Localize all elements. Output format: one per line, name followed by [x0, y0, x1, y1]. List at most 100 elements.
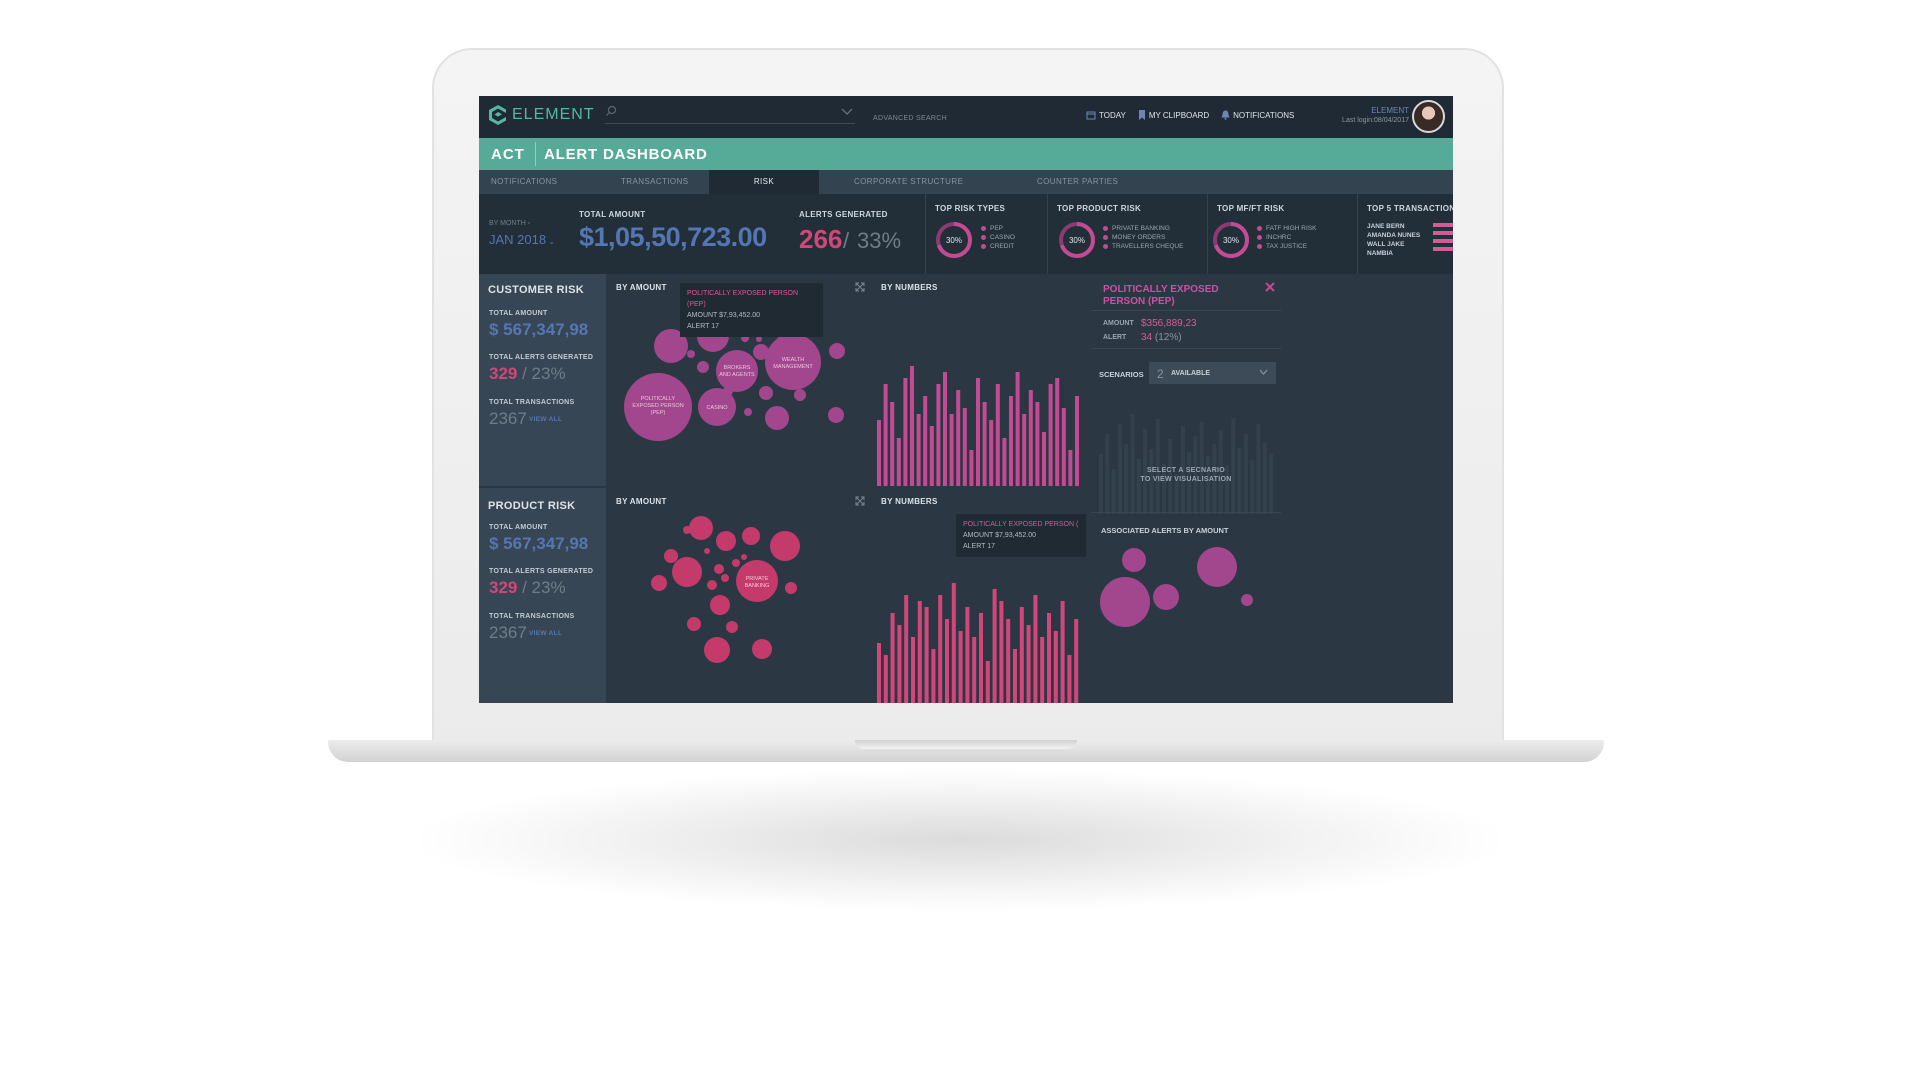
bubble[interactable]	[1100, 577, 1150, 627]
bar[interactable]	[1068, 450, 1073, 486]
bar[interactable]	[910, 366, 914, 486]
bar[interactable]	[1019, 607, 1024, 703]
bar[interactable]	[972, 637, 977, 703]
bar[interactable]	[965, 607, 970, 703]
bar[interactable]	[943, 372, 947, 486]
bar[interactable]	[903, 378, 908, 486]
bubble[interactable]	[1153, 584, 1179, 610]
bubble[interactable]	[785, 582, 797, 594]
section-label[interactable]: ACT	[491, 146, 525, 163]
bar[interactable]	[931, 649, 936, 703]
bar[interactable]	[1074, 619, 1079, 703]
chevron-down-icon[interactable]	[841, 107, 853, 117]
bar[interactable]	[924, 607, 929, 703]
bar[interactable]	[877, 420, 881, 486]
bar[interactable]	[923, 396, 928, 486]
bubble[interactable]	[714, 564, 724, 574]
bubble[interactable]	[741, 554, 747, 560]
bar[interactable]	[976, 378, 980, 486]
bubble[interactable]	[689, 516, 713, 540]
tab-transactions[interactable]: TRANSACTIONS	[621, 170, 688, 194]
bar[interactable]	[999, 601, 1004, 703]
top-risk-types-donut[interactable]: 30%	[934, 220, 974, 260]
bar[interactable]	[956, 390, 961, 486]
bar[interactable]	[949, 414, 954, 486]
bar[interactable]	[992, 589, 997, 703]
bar[interactable]	[1033, 595, 1038, 703]
bubble[interactable]	[697, 361, 709, 373]
bubble[interactable]	[687, 617, 701, 631]
tab-counter-parties[interactable]: COUNTER PARTIES	[1037, 170, 1118, 194]
bar[interactable]	[979, 613, 983, 703]
bubble[interactable]	[707, 580, 717, 590]
bar[interactable]	[890, 613, 895, 703]
bubble[interactable]	[721, 574, 729, 582]
bar[interactable]	[1060, 601, 1065, 703]
bar[interactable]	[883, 655, 888, 703]
bar[interactable]	[1047, 613, 1051, 703]
bar[interactable]	[1067, 655, 1072, 703]
bar[interactable]	[896, 438, 901, 486]
bar[interactable]	[1028, 390, 1033, 486]
customer-view-all-link[interactable]: VIEW ALL	[529, 416, 562, 423]
top5-bar[interactable]	[1433, 231, 1453, 235]
top5-bar[interactable]	[1433, 223, 1453, 227]
bar[interactable]	[936, 384, 941, 486]
bar[interactable]	[1053, 631, 1058, 703]
bubble[interactable]	[770, 531, 800, 561]
bubble[interactable]	[752, 639, 772, 659]
month-select[interactable]: JAN 2018 ⌄	[489, 232, 555, 247]
logo[interactable]: ELEMENT	[488, 104, 595, 126]
clipboard-link[interactable]: MY CLIPBOARD	[1138, 110, 1209, 120]
bubble[interactable]	[732, 559, 740, 567]
bubble[interactable]	[1241, 594, 1253, 606]
bubble[interactable]	[776, 336, 788, 348]
bubble[interactable]	[651, 575, 667, 591]
bubble[interactable]	[716, 531, 736, 551]
bubble[interactable]	[753, 344, 769, 360]
bar[interactable]	[883, 384, 888, 486]
bubble[interactable]	[744, 408, 752, 416]
bubble[interactable]	[704, 548, 710, 554]
product-view-all-link[interactable]: VIEW ALL	[529, 630, 562, 637]
bar[interactable]	[1040, 637, 1045, 703]
bubble[interactable]	[672, 557, 702, 587]
bar[interactable]	[1035, 402, 1040, 486]
scenarios-select[interactable]: 2 AVAILABLE	[1149, 362, 1276, 384]
top-mfft-risk-donut[interactable]: 30%	[1211, 220, 1251, 260]
bar[interactable]	[877, 643, 881, 703]
bar[interactable]	[982, 402, 987, 486]
close-icon[interactable]	[1265, 282, 1275, 292]
bubble[interactable]	[1197, 547, 1237, 587]
top5-bar[interactable]	[1433, 239, 1453, 243]
bar[interactable]	[1022, 414, 1027, 486]
bar[interactable]	[1006, 619, 1011, 703]
bubble[interactable]	[716, 350, 758, 392]
bubble[interactable]	[723, 386, 733, 396]
bar[interactable]	[962, 408, 967, 486]
tab-corporate-structure[interactable]: CORPORATE STRUCTURE	[854, 170, 963, 194]
bar[interactable]	[917, 601, 922, 703]
bubble[interactable]	[828, 407, 844, 423]
bar[interactable]	[1055, 378, 1060, 486]
tab-notifications[interactable]: NOTIFICATIONS	[491, 170, 557, 194]
bubble[interactable]	[687, 350, 695, 358]
bar[interactable]	[916, 414, 921, 486]
bubble[interactable]	[794, 389, 806, 401]
bubble[interactable]	[742, 527, 760, 545]
search-input[interactable]	[605, 105, 855, 124]
avatar[interactable]	[1412, 100, 1445, 133]
bar[interactable]	[951, 583, 956, 703]
bar[interactable]	[995, 384, 1000, 486]
bar[interactable]	[1009, 396, 1013, 486]
bubble[interactable]	[683, 526, 691, 534]
top5-bar[interactable]	[1433, 247, 1453, 251]
bubble[interactable]	[829, 343, 845, 359]
bubble[interactable]	[710, 595, 730, 615]
bubble[interactable]	[765, 406, 789, 430]
bubble[interactable]	[759, 386, 773, 400]
bar[interactable]	[938, 595, 943, 703]
bar[interactable]	[1015, 372, 1020, 486]
top-product-risk-donut[interactable]: 30%	[1057, 220, 1097, 260]
bubble[interactable]	[704, 637, 730, 663]
